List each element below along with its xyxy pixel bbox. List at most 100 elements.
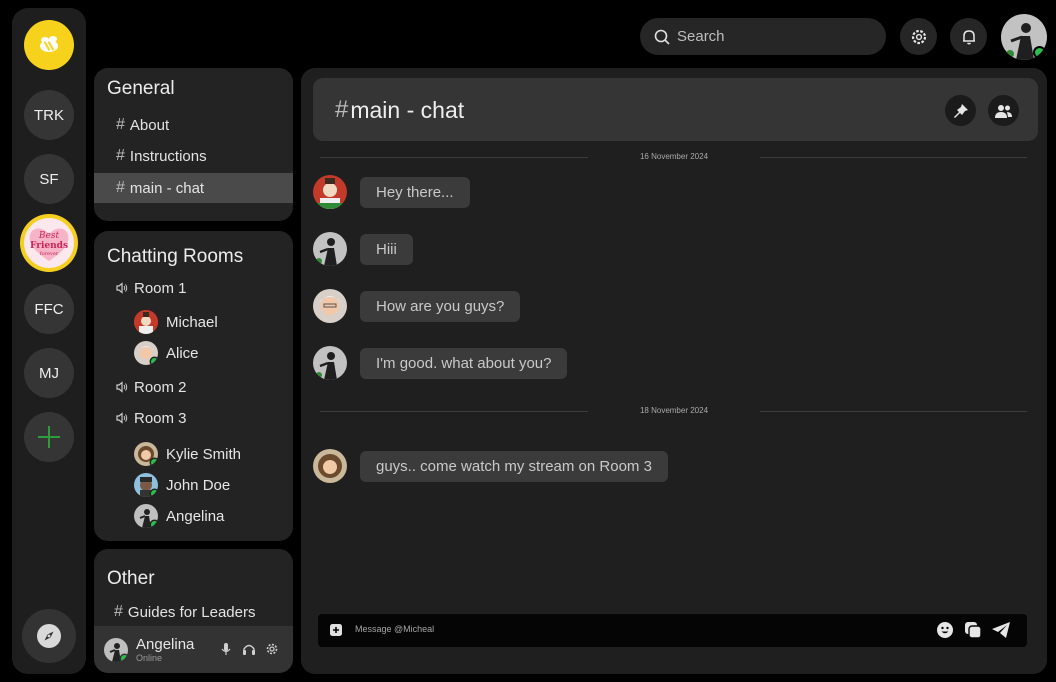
member-john-doe[interactable]: John Doe: [134, 471, 230, 499]
best-friends-forever-logo: Best Friends forever: [29, 228, 69, 261]
server-mj[interactable]: MJ: [24, 348, 74, 398]
server-label: FFC: [34, 300, 64, 318]
member-name: John Doe: [166, 476, 231, 494]
hash-icon: #: [335, 96, 349, 123]
user-controls: [219, 642, 279, 656]
avatar: [134, 341, 158, 365]
message-bubble: How are you guys?: [360, 290, 521, 322]
member-michael[interactable]: Michael: [134, 308, 218, 336]
headphones-icon[interactable]: [242, 642, 256, 656]
room-label: Room 2: [134, 378, 187, 396]
sender-avatar[interactable]: [313, 449, 347, 483]
sender-avatar[interactable]: [313, 232, 347, 266]
user-info: Angelina Online: [136, 635, 195, 663]
svg-text:Best: Best: [38, 231, 60, 241]
emoji-button[interactable]: [933, 618, 957, 642]
server-best-friends-forever[interactable]: Best Friends forever: [24, 218, 74, 268]
hash-icon: #: [116, 179, 125, 196]
server-label: SF: [39, 170, 59, 188]
add-server-button[interactable]: [24, 412, 74, 462]
date-label: 16 November 2024: [639, 152, 709, 161]
members-button[interactable]: [988, 95, 1019, 126]
other-section: Other # Guides for Leaders Angelina Onlin…: [94, 549, 293, 673]
message-bubble: Hiii: [360, 233, 413, 265]
explore-button[interactable]: [22, 609, 76, 663]
sender-avatar[interactable]: [313, 175, 347, 209]
plus-icon: [38, 426, 60, 448]
emoji-icon: [937, 622, 953, 638]
message-input[interactable]: Message @Micheal: [355, 624, 434, 634]
member-kylie-smith[interactable]: Kylie Smith: [134, 440, 241, 468]
app-logo-button[interactable]: [24, 20, 74, 70]
sender-avatar[interactable]: [313, 289, 347, 323]
voice-room-2[interactable]: Room 2: [116, 374, 187, 400]
date-label: 18 November 2024: [639, 406, 709, 415]
message-bubble: guys.. come watch my stream on Room 3: [360, 450, 668, 482]
channel-label: main - chat: [129, 179, 205, 197]
server-sf[interactable]: SF: [24, 154, 74, 204]
attach-button[interactable]: [324, 618, 348, 642]
users-icon: [994, 104, 1012, 118]
speaker-icon: [116, 412, 128, 424]
message: How are you guys?: [313, 288, 521, 324]
chat-title-text: main - chat: [350, 96, 465, 123]
hash-icon: #: [114, 603, 123, 620]
avatar: [134, 473, 158, 497]
bell-icon: [962, 29, 975, 44]
settings-button[interactable]: [900, 18, 937, 55]
server-ffc[interactable]: FFC: [24, 284, 74, 334]
chat-title: # main - chat: [335, 96, 464, 124]
message-bubble: I'm good. what about you?: [360, 347, 568, 379]
channel-label: About: [129, 116, 170, 134]
message-composer[interactable]: Message @Micheal: [318, 614, 1027, 647]
member-alice[interactable]: Alice: [134, 339, 199, 367]
user-avatar[interactable]: [104, 637, 128, 662]
send-icon: [992, 622, 1010, 638]
channel-label: Instructions: [129, 147, 207, 165]
chat-header: # main - chat: [313, 78, 1038, 141]
channel-guides-for-leaders[interactable]: # Guides for Leaders: [94, 597, 293, 627]
bee-logo-icon: [40, 36, 58, 52]
message: Hiii: [313, 231, 413, 267]
search-bar[interactable]: Search: [640, 18, 886, 55]
channel-main-chat[interactable]: # main - chat: [94, 173, 293, 203]
room-label: Room 1: [134, 279, 187, 297]
date-divider: 16 November 2024: [320, 152, 1027, 162]
date-divider: 18 November 2024: [320, 406, 1027, 416]
server-label: MJ: [39, 364, 59, 382]
user-name: Angelina: [136, 635, 195, 653]
sticker-button[interactable]: [961, 618, 985, 642]
avatar: [134, 442, 158, 466]
speaker-icon: [116, 381, 128, 393]
message: guys.. come watch my stream on Room 3: [313, 448, 668, 484]
message: Hey there...: [313, 174, 470, 210]
channel-about[interactable]: # About: [94, 110, 293, 140]
voice-room-3[interactable]: Room 3: [116, 405, 187, 431]
channel-instructions[interactable]: # Instructions: [94, 141, 293, 171]
channel-label: Guides for Leaders: [127, 603, 256, 621]
message: I'm good. what about you?: [313, 345, 568, 381]
sender-avatar[interactable]: [313, 346, 347, 380]
pin-button[interactable]: [945, 95, 976, 126]
server-rail: TRK SF Best Friends forever FFC MJ: [12, 8, 86, 674]
avatar: [134, 310, 158, 334]
send-button[interactable]: [989, 618, 1013, 642]
notifications-button[interactable]: [950, 18, 987, 55]
section-title: Chatting Rooms: [107, 246, 244, 267]
voice-room-1[interactable]: Room 1: [116, 275, 187, 301]
avatar: [134, 504, 158, 528]
svg-text:Friends: Friends: [30, 241, 68, 251]
chat-panel: # main - chat 16 November 2024 Hey there…: [301, 68, 1047, 674]
pin-icon: [953, 103, 968, 118]
server-trk[interactable]: TRK: [24, 90, 74, 140]
microphone-icon[interactable]: [219, 642, 233, 656]
hash-icon: #: [116, 147, 125, 164]
hash-icon: #: [116, 116, 125, 133]
chatting-rooms-section: Chatting Rooms Room 1 Michael Alice Room…: [94, 231, 293, 541]
profile-avatar[interactable]: [1001, 14, 1047, 60]
gear-icon[interactable]: [265, 642, 279, 656]
gear-icon: [911, 29, 926, 44]
member-angelina[interactable]: Angelina: [134, 502, 224, 530]
plus-square-icon: [330, 624, 342, 636]
search-icon: [654, 29, 670, 45]
